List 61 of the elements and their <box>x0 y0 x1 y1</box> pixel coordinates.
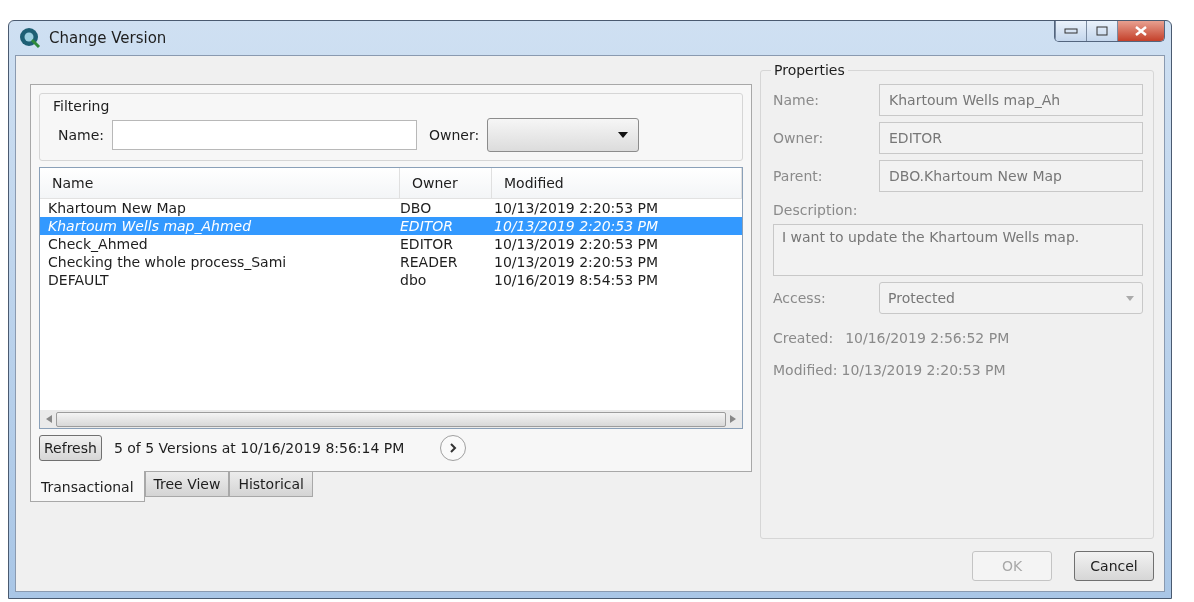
column-header[interactable]: Owner <box>400 168 492 198</box>
table-cell-text: DEFAULT <box>48 272 110 288</box>
access-label: Access: <box>773 290 827 306</box>
owner-dropdown[interactable] <box>487 118 640 152</box>
description-label: Description: <box>773 202 859 218</box>
view-tab[interactable]: Historical <box>229 471 313 497</box>
table-cell-text: DBO <box>400 200 433 216</box>
group-title: Properties <box>771 62 848 78</box>
table-cell-text: Check_Ahmed <box>48 236 149 252</box>
status-text: 5 of 5 Versions at 10/16/2019 8:56:14 PM <box>113 440 405 456</box>
caret-icon <box>618 132 629 138</box>
property-label: Name: <box>773 92 821 108</box>
created-label: Created: <box>773 330 834 346</box>
scroll-right-icon[interactable] <box>730 415 736 423</box>
name-field[interactable] <box>112 120 418 150</box>
dialog-button[interactable]: Cancel <box>1074 551 1154 581</box>
table-cell-text: READER <box>400 254 459 270</box>
property-label: Parent: <box>773 168 824 184</box>
description-field: I want to update the Khartoum Wells map. <box>773 224 1143 276</box>
modified-label: Modified: <box>773 362 838 378</box>
table-cell-text: EDITOR <box>400 236 455 252</box>
table-cell-text: EDITOR <box>400 218 455 234</box>
close-icon <box>1135 26 1147 36</box>
table-cell-text: dbo <box>400 272 428 288</box>
view-tab[interactable]: Transactional <box>30 471 145 502</box>
owner-label: Owner: <box>429 127 480 143</box>
view-tab[interactable]: Tree View <box>144 471 230 497</box>
caret-icon <box>1126 295 1134 301</box>
column-header[interactable]: Modified <box>492 168 742 198</box>
minimize-button[interactable] <box>1055 21 1086 41</box>
maximize-icon <box>1096 26 1108 36</box>
horizontal-scrollbar[interactable] <box>40 410 742 428</box>
maximize-button[interactable] <box>1086 21 1117 41</box>
property-label: Owner: <box>773 130 825 146</box>
property-field: Khartoum Wells map_Ah <box>879 84 1143 116</box>
property-field: EDITOR <box>879 122 1143 154</box>
table-cell-text: 10/13/2019 2:20:53 PM <box>494 218 660 234</box>
chevron-right-icon <box>449 443 458 453</box>
version-row[interactable]: Khartoum New Map DBO 10/13/2019 2:20:53 PM <box>40 199 742 217</box>
table-cell-text: Khartoum Wells map_Ahmed <box>48 218 253 234</box>
refresh-button[interactable]: Refresh <box>39 435 102 461</box>
table-cell-text: 10/13/2019 2:20:53 PM <box>494 236 660 252</box>
minimize-icon <box>1064 28 1078 34</box>
app-logo-icon <box>19 27 41 49</box>
table-cell-text: Checking the whole process_Sami <box>48 254 288 270</box>
version-row[interactable]: Checking the whole process_Sami READER 10/13/2019 2:20:53 PM <box>40 253 742 271</box>
next-button[interactable] <box>440 435 467 461</box>
column-header[interactable]: Name <box>40 168 400 198</box>
table-cell-text: 10/16/2019 8:54:53 PM <box>494 272 660 288</box>
close-button[interactable] <box>1117 21 1164 41</box>
table-cell-text: Khartoum New Map <box>48 200 187 216</box>
window-title: Change Version <box>49 29 168 47</box>
name-label: Name: <box>58 127 105 143</box>
property-field: DBO.Khartoum New Map <box>879 160 1143 192</box>
table-cell-text: 10/13/2019 2:20:53 PM <box>494 200 660 216</box>
version-row[interactable]: DEFAULT dbo 10/16/2019 8:54:53 PM <box>40 271 742 289</box>
modified-value: 10/13/2019 2:20:53 PM <box>841 362 1006 378</box>
table-cell-text: 10/13/2019 2:20:53 PM <box>494 254 660 270</box>
version-row[interactable]: Check_Ahmed EDITOR 10/13/2019 2:20:53 PM <box>40 235 742 253</box>
scroll-left-icon[interactable] <box>46 415 52 423</box>
created-value: 10/16/2019 2:56:52 PM <box>845 330 1010 346</box>
